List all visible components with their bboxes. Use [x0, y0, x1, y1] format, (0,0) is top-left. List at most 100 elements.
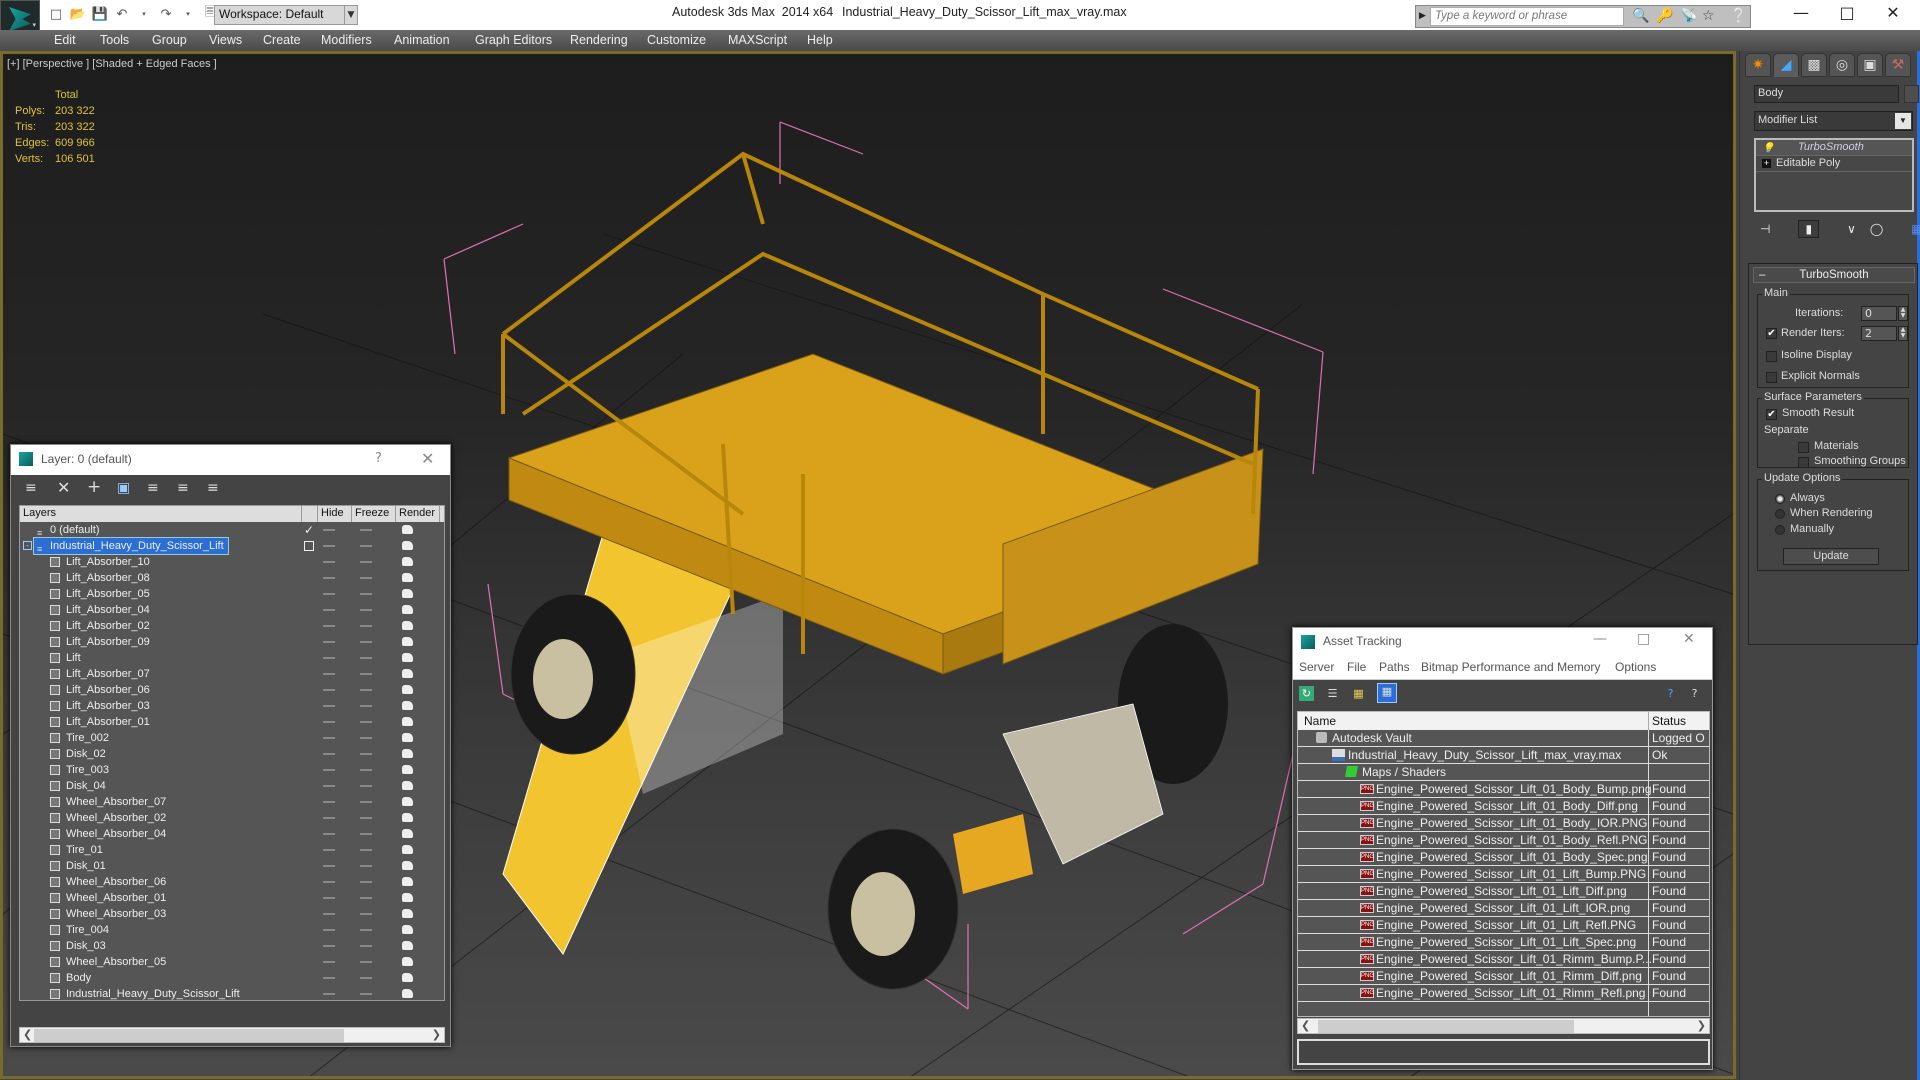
menu-group[interactable]: Group: [152, 33, 187, 47]
object-name[interactable]: Lift_Absorber_10: [66, 554, 154, 570]
object-name[interactable]: Disk_01: [66, 858, 110, 874]
col-freeze[interactable]: Freeze: [352, 506, 396, 522]
scroll-left-icon[interactable]: ❮: [23, 1028, 32, 1041]
menu-file[interactable]: File: [1347, 660, 1366, 674]
object-row[interactable]: Disk_04: [20, 778, 444, 794]
tree-view-icon[interactable]: ▦: [1351, 686, 1366, 701]
render-teapot-icon[interactable]: [402, 733, 413, 742]
object-row[interactable]: Lift_Absorber_07: [20, 666, 444, 682]
key-icon[interactable]: 🔑: [1656, 8, 1673, 24]
object-row[interactable]: Tire_003: [20, 762, 444, 778]
object-row[interactable]: Industrial_Heavy_Duty_Scissor_Lift: [20, 986, 444, 1000]
object-row[interactable]: Wheel_Absorber_01: [20, 890, 444, 906]
object-row[interactable]: Wheel_Absorber_07: [20, 794, 444, 810]
stack-item-turbosmooth[interactable]: 💡 TurboSmooth: [1756, 140, 1912, 156]
freeze-toggle[interactable]: [360, 801, 372, 803]
render-teapot-icon[interactable]: [402, 765, 413, 774]
freeze-toggle[interactable]: [360, 993, 372, 995]
render-teapot-icon[interactable]: [402, 829, 413, 838]
freeze-toggle[interactable]: [360, 977, 372, 979]
freeze-toggle[interactable]: [360, 657, 372, 659]
hide-toggle[interactable]: [323, 737, 335, 739]
render-teapot-icon[interactable]: [402, 701, 413, 710]
hide-toggle[interactable]: [323, 673, 335, 675]
render-teapot-icon[interactable]: [402, 749, 413, 758]
object-name[interactable]: Lift_Absorber_08: [66, 570, 154, 586]
object-name[interactable]: Tire_01: [66, 842, 107, 858]
object-row[interactable]: Wheel_Absorber_06: [20, 874, 444, 890]
current-layer-checkmark-icon[interactable]: ✓: [304, 522, 314, 538]
workspace-dropdown[interactable]: Workspace: Default▾: [214, 5, 352, 25]
col-hide[interactable]: Hide: [318, 506, 352, 522]
freeze-toggle[interactable]: [360, 961, 372, 963]
freeze-toggle[interactable]: [360, 561, 372, 563]
freeze-toggle[interactable]: [360, 849, 372, 851]
hide-toggle[interactable]: [323, 689, 335, 691]
object-row[interactable]: Lift_Absorber_05: [20, 586, 444, 602]
menu-edit[interactable]: Edit: [54, 33, 76, 47]
explicit-normals-checkbox[interactable]: [1766, 372, 1777, 383]
hide-toggle[interactable]: [323, 529, 335, 531]
redo-dropdown-icon[interactable]: ▾: [180, 6, 196, 22]
freeze-toggle[interactable]: [360, 881, 372, 883]
open-folder-icon[interactable]: 📂: [70, 6, 86, 22]
pin-stack-icon[interactable]: ⊣: [1760, 222, 1770, 236]
hide-toggle[interactable]: [323, 865, 335, 867]
new-file-icon[interactable]: □: [48, 6, 64, 22]
binoculars-icon[interactable]: 🔍: [1632, 8, 1649, 24]
hide-toggle[interactable]: [323, 641, 335, 643]
redo-icon[interactable]: ↷: [158, 6, 174, 22]
render-teapot-icon[interactable]: [402, 621, 413, 630]
hide-toggle[interactable]: [323, 881, 335, 883]
freeze-toggle[interactable]: [360, 705, 372, 707]
spinner-arrows[interactable]: ▲ ▼: [1898, 306, 1908, 321]
horizontal-scrollbar[interactable]: ❮ ❯: [19, 1027, 445, 1043]
object-row[interactable]: Lift_Absorber_03: [20, 698, 444, 714]
render-iters-checkbox[interactable]: ✔: [1766, 328, 1777, 339]
lightbulb-icon[interactable]: 💡: [1762, 141, 1774, 156]
render-teapot-icon[interactable]: [402, 605, 413, 614]
isoline-display-checkbox[interactable]: [1766, 351, 1777, 362]
asset-dialog-titlebar[interactable]: Asset Tracking — □ ✕: [1293, 628, 1712, 656]
hide-toggle[interactable]: [323, 961, 335, 963]
object-name[interactable]: Lift_Absorber_09: [66, 634, 154, 650]
menu-create[interactable]: Create: [263, 33, 301, 47]
object-name[interactable]: Lift_Absorber_04: [66, 602, 154, 618]
undo-icon[interactable]: ↶: [114, 6, 130, 22]
close-button[interactable]: ✕: [1870, 2, 1916, 26]
render-teapot-icon[interactable]: [402, 637, 413, 646]
hide-toggle[interactable]: [323, 753, 335, 755]
iterations-spinner[interactable]: 0: [1861, 306, 1897, 321]
object-row[interactable]: Lift_Absorber_04: [20, 602, 444, 618]
hide-toggle[interactable]: [323, 913, 335, 915]
render-teapot-icon[interactable]: [402, 685, 413, 694]
object-row[interactable]: Wheel_Absorber_03: [20, 906, 444, 922]
freeze-toggle[interactable]: [360, 625, 372, 627]
asset-row[interactable]: PNG Engine_Powered_Scissor_Lift_01_Body_…: [1298, 832, 1709, 849]
freeze-toggle[interactable]: [360, 897, 372, 899]
asset-row[interactable]: PNG Engine_Powered_Scissor_Lift_01_Body_…: [1298, 815, 1709, 832]
hide-toggle[interactable]: [323, 897, 335, 899]
asset-row[interactable]: Maps / Shaders: [1298, 764, 1709, 781]
freeze-toggle[interactable]: [360, 753, 372, 755]
object-row[interactable]: Disk_02: [20, 746, 444, 762]
col-name[interactable]: Name: [1304, 714, 1336, 728]
horizontal-scrollbar[interactable]: ❮ ❯: [1297, 1018, 1710, 1034]
object-name[interactable]: Lift_Absorber_01: [66, 714, 154, 730]
freeze-toggle[interactable]: [360, 721, 372, 723]
object-name[interactable]: Lift_Absorber_07: [66, 666, 154, 682]
display-tab[interactable]: ▣: [1857, 53, 1883, 77]
delete-layer-icon[interactable]: ✕: [57, 478, 70, 497]
object-name[interactable]: Tire_004: [66, 922, 113, 938]
minimize-button[interactable]: —: [1778, 2, 1824, 26]
layer-row[interactable]: - ≡ Industrial_Heavy_Duty_Scissor_Lift: [20, 537, 444, 555]
modifier-list-dropdown[interactable]: Modifier List ▼: [1754, 111, 1913, 131]
asset-row[interactable]: PNG Engine_Powered_Scissor_Lift_01_Rimm_…: [1298, 985, 1709, 1002]
asset-row[interactable]: Autodesk Vault Logged O: [1298, 730, 1709, 747]
maximize-button[interactable]: □: [1824, 2, 1870, 26]
object-row[interactable]: Lift_Absorber_09: [20, 634, 444, 650]
object-name[interactable]: Wheel_Absorber_02: [66, 810, 170, 826]
render-teapot-icon[interactable]: [402, 541, 413, 550]
star-icon[interactable]: ☆: [1702, 8, 1715, 24]
table-view-icon[interactable]: ▦: [1377, 683, 1397, 703]
